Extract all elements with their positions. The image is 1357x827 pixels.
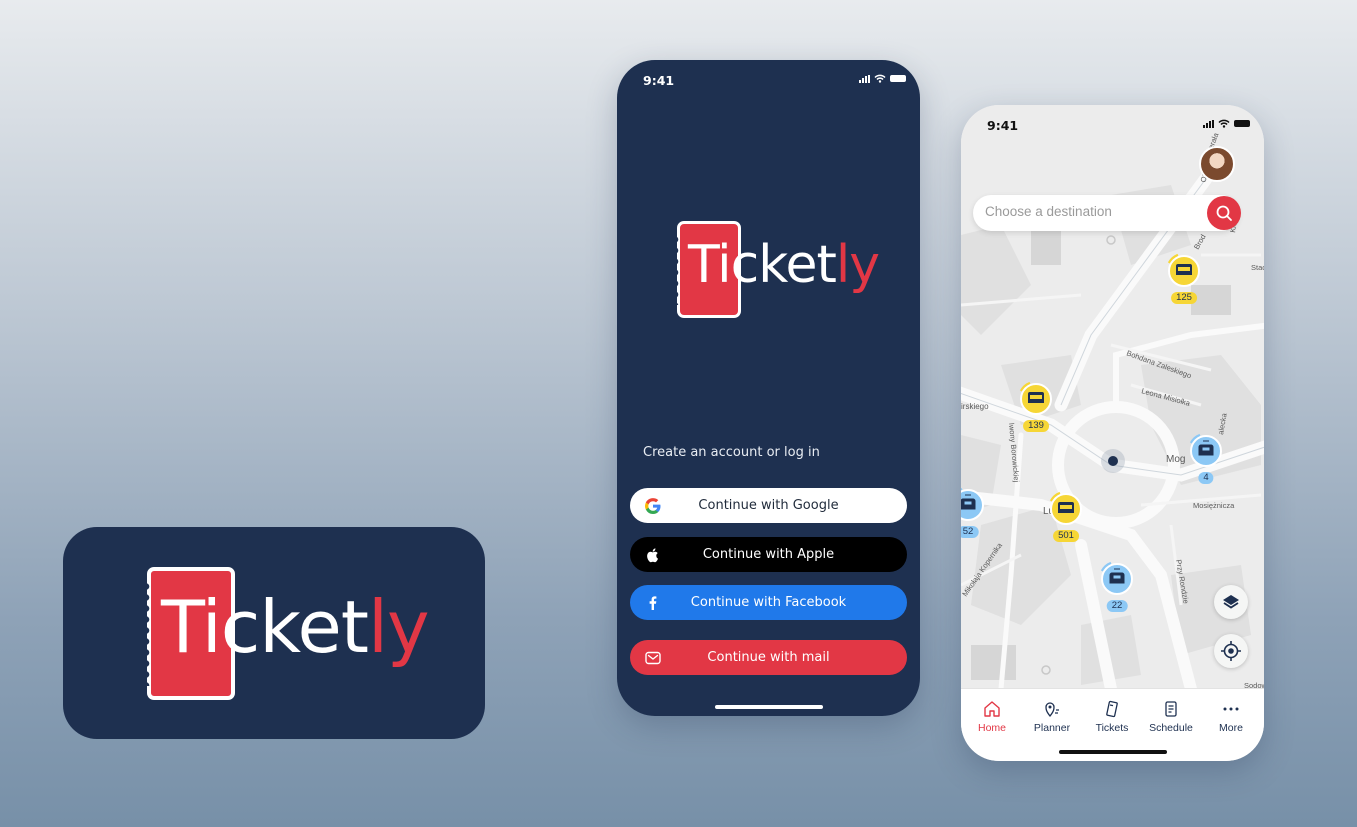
schedule-icon (1165, 701, 1177, 717)
vehicle-line-label: 52 (961, 526, 979, 538)
crosshair-icon (1221, 641, 1241, 661)
continue-with-mail-button[interactable]: Continue with mail (630, 640, 907, 675)
logo-wordmark-main: Ticket (688, 235, 837, 295)
user-avatar[interactable] (1199, 146, 1235, 182)
layers-icon (1223, 595, 1239, 609)
search-button[interactable] (1207, 196, 1241, 230)
home-indicator (1058, 750, 1167, 754)
continue-with-google-label: Continue with Google (698, 498, 839, 513)
tab-planner-label: Planner (1033, 722, 1071, 734)
tab-schedule[interactable]: Schedule (1141, 699, 1201, 734)
facebook-icon (649, 596, 657, 610)
bottom-tab-bar: Home Planner Tickets Schedule More (961, 688, 1264, 761)
search-icon (1216, 205, 1232, 221)
street-label: Mog (1166, 454, 1185, 465)
wifi-icon (874, 74, 886, 83)
battery-icon (890, 75, 906, 82)
tab-schedule-label: Schedule (1149, 722, 1193, 734)
street-label: Mosiężnicza (1193, 501, 1235, 510)
continue-with-facebook-label: Continue with Facebook (690, 595, 847, 610)
status-time: 9:41 (987, 118, 1019, 133)
tram-marker[interactable] (1100, 561, 1133, 595)
apple-icon (647, 548, 658, 563)
logo-wordmark-main: Ticket (161, 585, 369, 669)
tickets-icon (1106, 700, 1118, 718)
user-location-dot (1108, 456, 1118, 466)
destination-search-bar (973, 195, 1241, 231)
google-icon (645, 498, 661, 514)
street-label: irskiego (961, 402, 989, 411)
mail-icon (645, 651, 661, 665)
signal-icon (859, 74, 870, 83)
status-time: 9:41 (643, 73, 675, 88)
tab-tickets[interactable]: Tickets (1082, 699, 1142, 734)
logo-card: Ticketly (63, 527, 485, 739)
bus-marker[interactable] (1019, 381, 1052, 415)
street-label: Stac (1251, 263, 1264, 272)
tab-tickets-label: Tickets (1095, 722, 1129, 734)
signal-icon (1203, 119, 1214, 128)
tab-planner[interactable]: Planner (1022, 699, 1082, 734)
tab-more-label: More (1219, 722, 1243, 734)
vehicle-line-label: 139 (1023, 420, 1049, 432)
status-bar: 9:41 (617, 60, 920, 100)
home-indicator (714, 705, 823, 709)
wifi-icon (1218, 119, 1230, 128)
more-dots-icon (1223, 707, 1239, 711)
battery-icon (1234, 120, 1250, 127)
continue-with-google-button[interactable]: Continue with Google (630, 488, 907, 523)
login-phone: 9:41 Ticketly Create an account or log i… (617, 60, 920, 716)
logo-wordmark: Ticketly (161, 591, 430, 663)
bus-marker[interactable] (1049, 491, 1082, 525)
tram-marker[interactable] (1189, 433, 1222, 467)
continue-with-apple-label: Continue with Apple (702, 547, 835, 562)
vehicle-line-label: 125 (1171, 292, 1197, 304)
vehicle-line-label: 22 (1106, 600, 1128, 612)
vehicle-line-label: 4 (1198, 472, 1214, 484)
bus-marker[interactable] (1167, 253, 1200, 287)
vehicle-line-label: 501 (1053, 530, 1079, 542)
map-layers-button[interactable] (1214, 585, 1248, 619)
destination-search-input[interactable] (985, 204, 1205, 219)
logo-wordmark: Ticketly (688, 239, 880, 291)
tab-home[interactable]: Home (962, 699, 1022, 734)
continue-with-facebook-button[interactable]: Continue with Facebook (630, 585, 907, 620)
status-bar: 9:41 (961, 105, 1264, 145)
logo-wordmark-accent: ly (368, 585, 430, 669)
tab-more[interactable]: More (1201, 699, 1261, 734)
locate-me-button[interactable] (1214, 634, 1248, 668)
logo-wordmark-accent: ly (835, 235, 880, 295)
login-prompt: Create an account or log in (643, 445, 820, 460)
continue-with-apple-button[interactable]: Continue with Apple (630, 537, 907, 572)
continue-with-mail-label: Continue with mail (707, 650, 830, 665)
tab-home-label: Home (977, 722, 1006, 734)
map-phone: Bohdana Zaleskiego Leona Misiołka Mosięż… (961, 105, 1264, 761)
home-icon (984, 701, 1000, 717)
planner-pin-icon (1045, 702, 1059, 718)
